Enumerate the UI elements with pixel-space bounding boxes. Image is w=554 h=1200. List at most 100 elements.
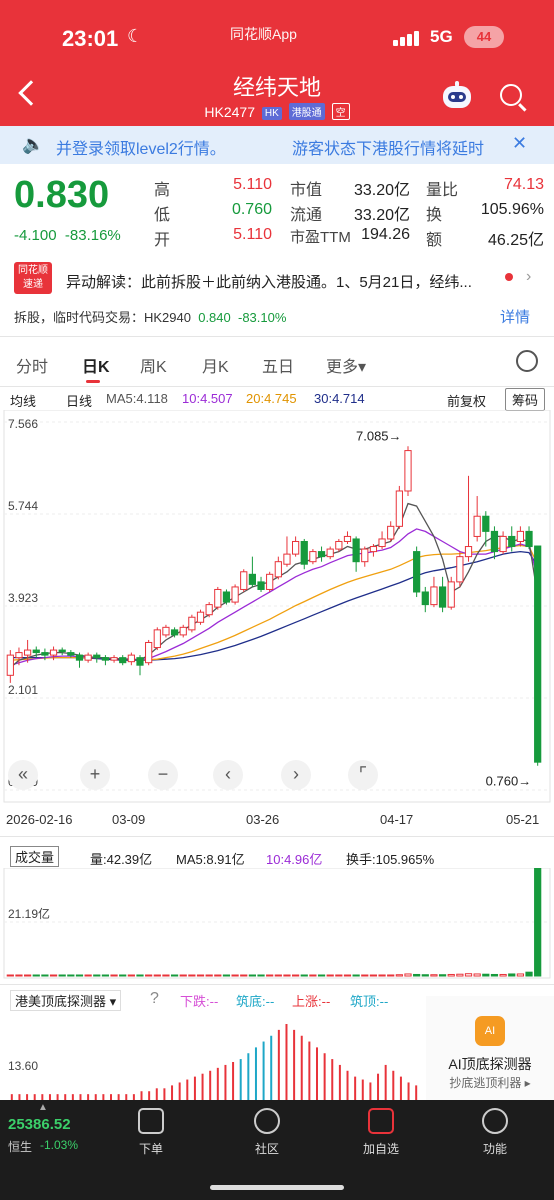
candle-body bbox=[153, 629, 161, 649]
zoom-out-icon[interactable]: − bbox=[148, 760, 178, 790]
nav-order[interactable]: 下单 bbox=[116, 1108, 186, 1157]
candle-body bbox=[32, 649, 40, 654]
candle-body bbox=[179, 626, 187, 636]
close-icon[interactable]: ✕ bbox=[512, 133, 527, 154]
volume-bar bbox=[447, 973, 455, 977]
candle-body bbox=[326, 548, 334, 558]
settings-icon[interactable] bbox=[516, 350, 538, 372]
detector-top: 筑顶:-- bbox=[350, 994, 389, 1009]
candle-body bbox=[231, 586, 239, 603]
candle-body bbox=[343, 535, 352, 542]
volume-bar bbox=[240, 974, 248, 977]
tab-five-day[interactable]: 五日 bbox=[262, 353, 294, 377]
candle-body bbox=[6, 654, 14, 676]
chevron-right-icon[interactable]: › bbox=[526, 268, 531, 286]
tab-daily-k[interactable]: 日K bbox=[82, 353, 110, 377]
indicator-select[interactable]: 均线 bbox=[10, 391, 36, 410]
collapse-left-icon[interactable]: « bbox=[8, 760, 38, 790]
volume-bar bbox=[15, 974, 23, 977]
min-price-label: 0.760→ bbox=[486, 774, 532, 789]
kline-chart[interactable]: 7.5665.7443.9232.1010.2797.085→0.760→ bbox=[0, 410, 554, 810]
tab-intraday[interactable]: 分时 bbox=[16, 353, 48, 377]
float-label: 流通 bbox=[290, 207, 323, 224]
volume-bar bbox=[361, 974, 369, 977]
moon-icon: ☾ bbox=[127, 26, 144, 46]
help-icon[interactable]: ? bbox=[150, 990, 159, 1008]
volume-bar bbox=[283, 974, 291, 977]
tab-more[interactable]: 更多▾ bbox=[326, 353, 366, 377]
hsi-value[interactable]: 25386.52 bbox=[8, 1116, 71, 1133]
candle-body bbox=[473, 515, 481, 537]
detector-axis-label: 13.60 bbox=[8, 1059, 38, 1073]
ma5-value: MA5:4.118 bbox=[106, 391, 168, 406]
volume-bar bbox=[231, 974, 239, 977]
price-change: -4.100 -83.16% bbox=[14, 227, 121, 244]
detector-chart[interactable]: 13.60 bbox=[0, 1012, 426, 1100]
community-icon bbox=[254, 1108, 280, 1134]
amount-value: 46.25亿 bbox=[487, 232, 544, 249]
volume-ratio-value: 74.13 bbox=[503, 176, 544, 193]
candle-body bbox=[93, 654, 101, 659]
pan-left-icon[interactable]: ‹ bbox=[213, 760, 243, 790]
tab-monthly-k[interactable]: 月K bbox=[202, 353, 229, 377]
ai-detector-card[interactable]: AI AI顶底探测器 抄底逃顶利器 ▸ bbox=[426, 996, 554, 1100]
volume-bar bbox=[214, 974, 222, 977]
nav-functions[interactable]: 功能 bbox=[460, 1108, 530, 1157]
candle-body bbox=[482, 515, 490, 532]
candle-body bbox=[447, 581, 455, 608]
volume-bar bbox=[335, 974, 343, 977]
order-icon bbox=[138, 1108, 164, 1134]
y-tick-label: 5.744 bbox=[8, 499, 38, 513]
detector-select[interactable]: 港美顶底探测器 ▾ bbox=[10, 990, 122, 1011]
chips-button[interactable]: 筹码 bbox=[505, 388, 546, 411]
candle-body bbox=[49, 649, 58, 656]
candle-body bbox=[516, 530, 524, 542]
nav-add-watchlist[interactable]: 加自选 bbox=[346, 1108, 416, 1157]
pe-value: 194.26 bbox=[361, 226, 410, 243]
volume-bar bbox=[127, 974, 135, 977]
fullscreen-icon[interactable]: ⌜ bbox=[348, 760, 378, 790]
candle-body bbox=[404, 450, 412, 492]
divider bbox=[0, 386, 554, 387]
pan-right-icon[interactable]: › bbox=[281, 760, 311, 790]
volume-axis-label: 21.19亿 bbox=[8, 906, 50, 921]
volume-bar bbox=[326, 974, 334, 977]
zoom-in-icon[interactable]: + bbox=[80, 760, 110, 790]
detector-bottom: 筑底:-- bbox=[236, 994, 275, 1009]
period-select[interactable]: 日线 bbox=[66, 391, 92, 410]
volume-bar bbox=[438, 974, 447, 977]
change-percent: -83.16% bbox=[64, 227, 121, 244]
volume-bar bbox=[6, 974, 14, 977]
volume-bar bbox=[395, 974, 403, 977]
top-header: 23:01 ☾ 同花顺App 5G 44 经纬天地 HK2477 HK 港股通 … bbox=[0, 0, 554, 126]
robot-assistant-icon[interactable] bbox=[440, 80, 474, 110]
open-label: 开 bbox=[154, 232, 171, 249]
nav-community[interactable]: 社区 bbox=[232, 1108, 302, 1157]
volume-bar bbox=[378, 974, 386, 977]
volume-bar bbox=[473, 973, 481, 977]
candle-body bbox=[222, 591, 231, 603]
volume-amount: 量:42.39亿 bbox=[90, 852, 153, 867]
candle-body bbox=[292, 540, 300, 555]
split-detail-link[interactable]: 详情 bbox=[500, 306, 530, 327]
search-icon[interactable] bbox=[500, 84, 522, 106]
candle-body bbox=[335, 540, 343, 550]
adjust-select[interactable]: 前复权 bbox=[447, 391, 486, 410]
news-headline[interactable]: 异动解读：此前拆股＋此前纳入港股通。1、5月21日，经纬... bbox=[66, 271, 496, 292]
login-notice-bar[interactable]: 🔈 并登录领取level2行情。 游客状态下港股行情将延时 ✕ bbox=[0, 126, 554, 164]
volume-bar bbox=[248, 974, 256, 977]
tab-weekly-k[interactable]: 周K bbox=[140, 353, 167, 377]
candle-body bbox=[101, 657, 110, 661]
candle-body bbox=[75, 654, 84, 661]
volume-chart[interactable]: 21.19亿 bbox=[0, 868, 554, 980]
candle-body bbox=[300, 540, 308, 565]
candle-body bbox=[248, 573, 256, 585]
status-time: 23:01 bbox=[62, 26, 119, 51]
expand-up-icon[interactable]: ▲ bbox=[38, 1102, 48, 1113]
volume-indicator-select[interactable]: 成交量 bbox=[10, 846, 60, 867]
volume-bar bbox=[58, 974, 66, 977]
network-label: 5G bbox=[430, 27, 453, 46]
volume-bar bbox=[343, 974, 352, 977]
volume-bar bbox=[482, 973, 490, 977]
ma10-value: 10:4.507 bbox=[182, 391, 233, 406]
